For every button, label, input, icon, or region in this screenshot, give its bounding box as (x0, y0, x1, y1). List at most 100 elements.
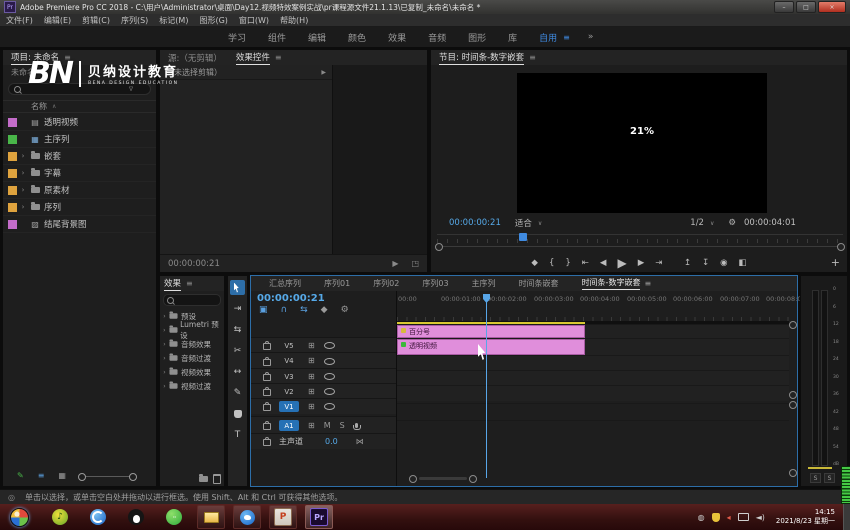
timeline-tab-seq02[interactable]: 序列02 (373, 278, 399, 289)
tray-alert-icon[interactable]: ◂ (727, 513, 731, 522)
playback-resolution-dropdown[interactable]: 1/2 ∨ (690, 218, 714, 228)
track-badge-v4[interactable]: V4 (279, 356, 299, 367)
mark-out-icon[interactable]: } (565, 259, 570, 268)
menu-clip[interactable]: 剪辑(C) (82, 15, 110, 26)
track-badge-v2[interactable]: V2 (279, 386, 299, 397)
effects-search-box[interactable] (163, 294, 221, 306)
new-custom-bin-icon[interactable] (199, 476, 208, 482)
qq-music-icon[interactable]: ♪ (52, 509, 68, 525)
label-color-chip[interactable] (8, 186, 17, 195)
solo-button[interactable]: S (340, 422, 345, 430)
effects-folder-video-transitions[interactable]: › 视频过渡 (160, 379, 224, 393)
show-desktop-button[interactable] (843, 504, 850, 530)
project-item-main-sequence[interactable]: ▦ 主序列 (3, 131, 156, 148)
mark-in-icon[interactable]: { (549, 259, 554, 268)
track-select-tool[interactable]: ⇥ (230, 301, 245, 316)
tray-security-shield-icon[interactable] (712, 513, 720, 522)
effects-tab[interactable]: 效果 (164, 277, 181, 291)
sync-lock-icon[interactable]: ⊞ (308, 373, 315, 381)
project-panel-menu-icon[interactable]: ≡ (64, 53, 71, 62)
sync-lock-icon[interactable]: ⊞ (308, 422, 315, 430)
workspace-tab-audio[interactable]: 音频 (428, 31, 446, 44)
track-output-eye-icon[interactable] (324, 373, 335, 380)
clip-transparent-video[interactable]: 透明视频 (397, 339, 585, 355)
workspace-overflow-icon[interactable]: » (588, 32, 594, 42)
project-bin-path[interactable]: 未命名 (11, 67, 35, 78)
program-zoom-scrollbar[interactable] (435, 243, 845, 250)
workspace-tab-editing[interactable]: 编辑 (308, 31, 326, 44)
timeline-tab-active[interactable]: 时间条-数字嵌套 (582, 277, 641, 290)
track-output-eye-icon[interactable] (324, 358, 335, 365)
sync-lock-icon[interactable]: ⊞ (308, 388, 315, 396)
keyframe-nav-icon[interactable]: ⋈ (356, 438, 364, 446)
scroll-handle[interactable] (789, 391, 797, 399)
razor-tool[interactable]: ✂ (230, 343, 245, 358)
effect-controls-tab[interactable]: 效果控件 (236, 51, 270, 65)
effect-controls-panel-menu-icon[interactable]: ≡ (275, 53, 282, 62)
expand-chevron-icon[interactable]: › (17, 152, 29, 160)
workspace-tab-learning[interactable]: 学习 (228, 31, 246, 44)
timeline-tab-main[interactable]: 主序列 (472, 278, 496, 289)
label-color-chip[interactable] (8, 203, 17, 212)
lock-icon[interactable] (263, 423, 271, 430)
menu-window[interactable]: 窗口(W) (239, 15, 269, 26)
project-item-nest-bin[interactable]: › 嵌套 (3, 148, 156, 165)
play-button-icon[interactable]: ▶ (617, 257, 626, 269)
effects-folder-audio-transitions[interactable]: › 音频过渡 (160, 351, 224, 365)
taskbar-clock[interactable]: 14:15 2021/8/23 星期一 (776, 508, 835, 527)
icon-view-icon[interactable]: ▦ (58, 472, 66, 480)
tray-network-monitor-icon[interactable] (738, 513, 749, 521)
timeline-tab-summary[interactable]: 汇总序列 (269, 278, 301, 289)
timeline-playhead[interactable] (486, 302, 487, 478)
expand-chevron-icon[interactable]: › (160, 355, 169, 362)
workspace-tab-graphics[interactable]: 图形 (468, 31, 486, 44)
expand-chevron-icon[interactable]: › (160, 369, 169, 376)
timeline-tab-seq03[interactable]: 序列03 (422, 278, 448, 289)
start-button[interactable] (10, 508, 29, 527)
project-item-subtitle-bin[interactable]: › 字幕 (3, 165, 156, 182)
filter-icon[interactable]: ∇ (129, 86, 133, 93)
toggle-effects-icon[interactable]: ◳ (411, 260, 419, 268)
track-output-eye-icon[interactable] (324, 342, 335, 349)
list-view-icon[interactable]: ≡ (38, 472, 45, 480)
label-color-chip[interactable] (8, 118, 17, 127)
effect-controls-timecode[interactable]: 00:00:00:21 (168, 259, 220, 269)
qq-icon[interactable] (128, 509, 144, 525)
project-list-header[interactable]: 名称 ∧ (3, 100, 156, 113)
menu-graphics[interactable]: 图形(G) (199, 15, 227, 26)
menu-edit[interactable]: 编辑(E) (44, 15, 71, 26)
go-to-in-icon[interactable]: ⇤ (582, 259, 589, 268)
track-output-eye-icon[interactable] (324, 388, 335, 395)
button-editor-plus-icon[interactable]: + (831, 256, 840, 269)
track-output-eye-icon[interactable] (324, 403, 335, 410)
voiceover-mic-icon[interactable] (355, 423, 358, 428)
expand-chevron-icon[interactable]: › (17, 203, 29, 211)
project-item-end-background[interactable]: ▨ 结尾背景图 (3, 216, 156, 233)
workspace-tab-libraries[interactable]: 库 (508, 31, 517, 44)
project-item-transparent-video[interactable]: ▤ 透明视频 (3, 114, 156, 131)
effects-folder-video-effects[interactable]: › 视频效果 (160, 365, 224, 379)
settings-wrench-icon[interactable]: ⚙ (728, 219, 736, 228)
writable-pencil-icon[interactable]: ✎ (17, 472, 24, 480)
expand-chevron-icon[interactable]: › (17, 186, 29, 194)
label-color-chip[interactable] (8, 220, 17, 229)
lock-icon[interactable] (263, 359, 271, 366)
expand-arrow-icon[interactable]: ▶ (321, 69, 326, 76)
lock-icon[interactable] (263, 343, 271, 350)
expand-chevron-icon[interactable]: › (160, 327, 169, 334)
premiere-taskbar-button[interactable]: Pr (305, 505, 333, 529)
pen-tool[interactable]: ✎ (230, 385, 245, 400)
thumbnail-zoom-slider[interactable] (80, 476, 135, 477)
program-panel-menu-icon[interactable]: ≡ (529, 53, 536, 62)
tray-globe-icon[interactable]: ◍ (698, 513, 705, 522)
track-badge-v1-targeted[interactable]: V1 (279, 401, 299, 412)
scroll-handle[interactable] (789, 469, 797, 477)
nest-insert-icon[interactable]: ▣ (259, 306, 268, 315)
track-badge-a1-targeted[interactable]: A1 (279, 420, 299, 431)
close-button[interactable]: × (818, 1, 846, 13)
type-tool[interactable]: T (230, 427, 245, 442)
explorer-taskbar-button[interactable] (197, 505, 225, 529)
master-level-value[interactable]: 0.0 (325, 437, 338, 446)
workspace-tab-effects[interactable]: 效果 (388, 31, 406, 44)
netdisk-taskbar-button[interactable] (233, 505, 261, 529)
